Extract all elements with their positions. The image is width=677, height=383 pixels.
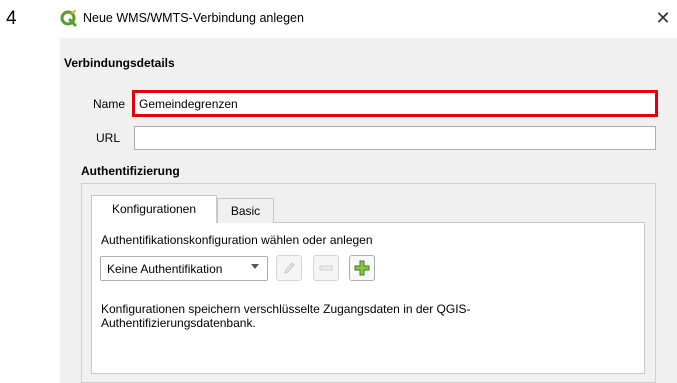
connection-details-title: Verbindungsdetails [64, 56, 175, 70]
step-number: 4 [6, 8, 17, 29]
qgis-logo-icon [60, 10, 77, 27]
url-input[interactable] [134, 126, 656, 150]
close-button[interactable]: ✕ [652, 6, 674, 30]
edit-pencil-icon [284, 262, 295, 274]
info-text-line1: Konfigurationen speichern verschlüsselte… [101, 302, 471, 316]
tab-basic[interactable]: Basic [217, 198, 274, 223]
chevron-down-icon [251, 264, 259, 269]
choose-auth-label: Authentifikationskonfiguration wählen od… [101, 233, 373, 247]
url-label: URL [96, 131, 121, 145]
authentication-title: Authentifizierung [81, 164, 180, 178]
remove-config-button[interactable] [313, 255, 339, 281]
edit-config-button[interactable] [276, 255, 302, 281]
add-plus-icon [354, 260, 370, 276]
auth-config-select-value: Keine Authentifikation [107, 262, 223, 276]
window-title: Neue WMS/WMTS-Verbindung anlegen [83, 11, 304, 25]
tab-configurations[interactable]: Konfigurationen [91, 195, 217, 223]
auth-config-select[interactable]: Keine Authentifikation [100, 256, 268, 281]
name-label: Name [93, 97, 126, 111]
add-config-button[interactable] [349, 255, 375, 281]
info-text-line2: Authentifizierungsdatenbank. [101, 316, 256, 330]
name-input[interactable] [132, 90, 658, 117]
remove-icon [319, 265, 333, 271]
